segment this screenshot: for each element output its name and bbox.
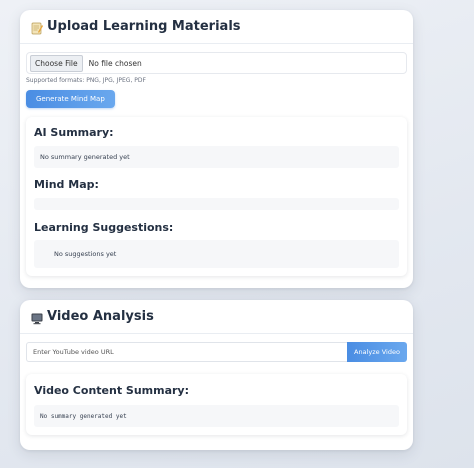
upload-card: Upload Learning Materials Choose File No… (20, 10, 413, 288)
choose-file-button[interactable]: Choose File (30, 54, 83, 72)
learning-suggestions-title: Learning Suggestions: (34, 221, 174, 234)
ai-summary-title: AI Summary: (34, 126, 114, 139)
file-input[interactable]: Choose File No file chosen (26, 52, 407, 74)
youtube-url-input[interactable]: Enter YouTube video URL (26, 342, 347, 362)
mind-map-title: Mind Map: (34, 178, 99, 191)
video-monitor-icon (31, 310, 43, 325)
analyze-video-button[interactable]: Analyze Video (347, 342, 407, 362)
video-card: Video Analysis Enter YouTube video URL A… (20, 300, 413, 450)
file-status: No file chosen (88, 58, 142, 68)
video-card-header: Video Analysis (20, 300, 413, 334)
learning-suggestions-box: No suggestions yet (34, 240, 399, 268)
generate-mind-map-button[interactable]: Generate Mind Map (26, 90, 115, 108)
results-panel: AI Summary: No summary generated yet Min… (26, 117, 407, 276)
upload-title: Upload Learning Materials (47, 19, 241, 34)
video-summary-box: No summary generated yet (34, 405, 399, 427)
video-summary-title: Video Content Summary: (34, 384, 190, 397)
url-row: Enter YouTube video URL Analyze Video (26, 342, 407, 362)
video-results-panel: Video Content Summary: No summary genera… (26, 374, 407, 435)
video-title: Video Analysis (47, 309, 154, 324)
mind-map-area (34, 198, 399, 210)
ai-summary-box: No summary generated yet (34, 146, 399, 168)
supported-formats: Supported formats: PNG, JPG, JPEG, PDF (26, 77, 146, 84)
memo-icon (31, 20, 43, 35)
upload-card-header: Upload Learning Materials (20, 10, 413, 44)
